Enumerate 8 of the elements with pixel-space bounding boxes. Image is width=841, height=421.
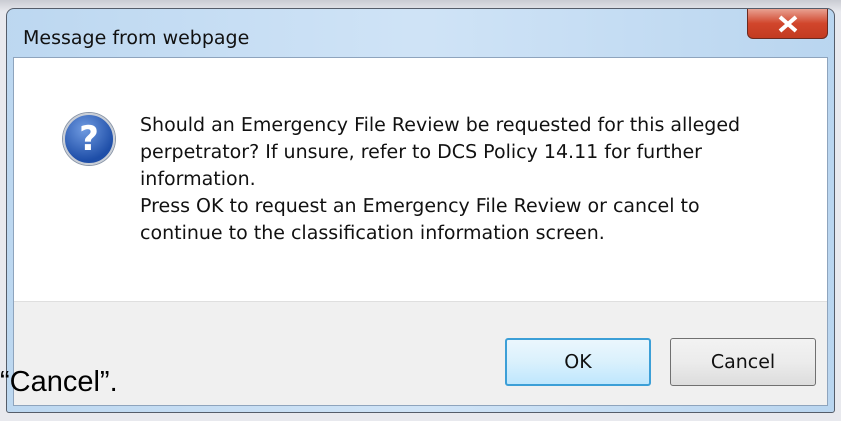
window-title: Message from webpage — [23, 27, 250, 49]
close-button[interactable] — [747, 9, 828, 39]
question-icon: ? — [63, 113, 115, 165]
message-text: Should an Emergency File Review be requested for this alleged perpetrator? If unsure, refer to DCS Policy 14.11 for further information. — [140, 113, 742, 192]
message-text: Press OK to request an Emergency File Review or cancel to continue to the classification information screen. — [140, 194, 701, 246]
ok-button[interactable]: OK — [505, 338, 651, 386]
cancel-button[interactable]: Cancel — [670, 338, 816, 386]
close-icon — [776, 14, 798, 32]
